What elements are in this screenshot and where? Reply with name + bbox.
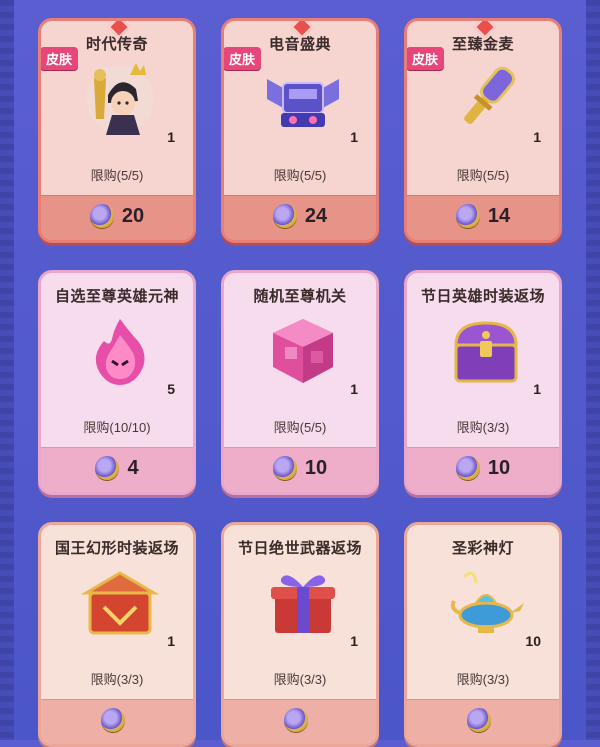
item-title: 自选至尊英雄元神	[54, 288, 179, 305]
item-price: 20	[121, 204, 145, 227]
shop-card-dianyin-shengdian[interactable]: 电音盛典 皮肤 1 限购(5/5) 24	[221, 18, 379, 243]
item-quantity: 1	[533, 381, 541, 397]
item-quantity: 1	[167, 633, 175, 649]
shop-card-jieri-wuqi[interactable]: 节日绝世武器返场 1 限购(3/3)	[221, 522, 379, 747]
purchase-limit: 限购(5/5)	[456, 168, 510, 183]
crystal-coin-icon	[284, 708, 308, 732]
item-quantity: 10	[525, 633, 541, 649]
purchase-limit: 限购(5/5)	[273, 420, 327, 435]
golden-microphone-icon	[464, 66, 516, 124]
item-title: 圣彩神灯	[451, 540, 514, 557]
crystal-coin-icon	[89, 204, 114, 228]
dj-console-icon	[267, 79, 339, 127]
item-quantity: 1	[350, 381, 358, 397]
hero-spirit-flame-icon	[95, 319, 145, 385]
skin-badge: 皮肤	[224, 47, 262, 70]
king-chest-icon	[80, 571, 160, 635]
item-title: 节日英雄时装返场	[420, 288, 545, 305]
purchase-limit: 限购(3/3)	[456, 672, 510, 687]
skin-badge: 皮肤	[41, 47, 79, 70]
item-quantity: 1	[350, 129, 358, 145]
item-title: 节日绝世武器返场	[237, 540, 362, 557]
price-bar[interactable]: 14	[407, 195, 559, 240]
shop-card-zhizhen-jinmai[interactable]: 至臻金麦 皮肤 1 限购(5/5) 14	[404, 18, 562, 243]
item-quantity: 1	[167, 129, 175, 145]
price-bar[interactable]: 10	[407, 447, 559, 492]
price-bar[interactable]	[407, 699, 559, 744]
hero-skin-portrait-icon	[86, 63, 154, 135]
skin-badge: 皮肤	[407, 47, 445, 70]
shop-card-shengcai-shendeng[interactable]: 圣彩神灯 10 限购(3/3)	[404, 522, 562, 747]
crystal-coin-icon	[101, 708, 125, 732]
shop-card-guowang-huanxing[interactable]: 国王幻形时装返场 1 限购(3/3)	[38, 522, 196, 747]
gift-box-icon	[271, 575, 335, 633]
crystal-coin-icon	[95, 456, 120, 480]
purchase-limit: 限购(3/3)	[90, 672, 144, 687]
shop-card-zixuan-yuanshen[interactable]: 自选至尊英雄元神 5 限购(10/10) 4	[38, 270, 196, 495]
shop-card-jieri-yingxiong[interactable]: 节日英雄时装返场 1 限购(3/3) 10	[404, 270, 562, 495]
item-quantity: 1	[533, 129, 541, 145]
item-price: 4	[127, 456, 139, 479]
item-title: 国王幻形时装返场	[54, 540, 179, 557]
item-price: 10	[304, 456, 328, 479]
crystal-coin-icon	[467, 708, 491, 732]
price-bar[interactable]: 20	[41, 195, 193, 240]
purchase-limit: 限购(10/10)	[83, 420, 151, 435]
crystal-coin-icon	[455, 204, 480, 228]
crystal-coin-icon	[455, 456, 480, 480]
item-price: 10	[487, 456, 511, 479]
treasure-chest-icon	[454, 321, 518, 383]
magic-lamp-icon	[450, 571, 524, 633]
shop-card-suiji-jiguan[interactable]: 随机至尊机关 1 限购(5/5) 10	[221, 270, 379, 495]
item-price: 14	[487, 204, 511, 227]
purchase-limit: 限购(5/5)	[273, 168, 327, 183]
price-bar[interactable]: 4	[41, 447, 193, 492]
item-title: 随机至尊机关	[253, 288, 347, 305]
price-bar[interactable]	[41, 699, 193, 744]
mechanism-cube-icon	[273, 319, 333, 383]
price-bar[interactable]: 10	[224, 447, 376, 492]
price-bar[interactable]	[224, 699, 376, 744]
item-quantity: 1	[350, 633, 358, 649]
crystal-coin-icon	[272, 204, 297, 228]
shop-item-grid: 时代传奇 皮肤 1 限购(5/5) 20 电音盛典 皮肤 1 限购(5/5) 2…	[0, 0, 600, 747]
item-quantity: 5	[167, 381, 175, 397]
shop-card-shidai-chuanqi[interactable]: 时代传奇 皮肤 1 限购(5/5) 20	[38, 18, 196, 243]
price-bar[interactable]: 24	[224, 195, 376, 240]
item-price: 24	[304, 204, 328, 227]
purchase-limit: 限购(3/3)	[456, 420, 510, 435]
purchase-limit: 限购(3/3)	[273, 672, 327, 687]
purchase-limit: 限购(5/5)	[90, 168, 144, 183]
crystal-coin-icon	[272, 456, 297, 480]
